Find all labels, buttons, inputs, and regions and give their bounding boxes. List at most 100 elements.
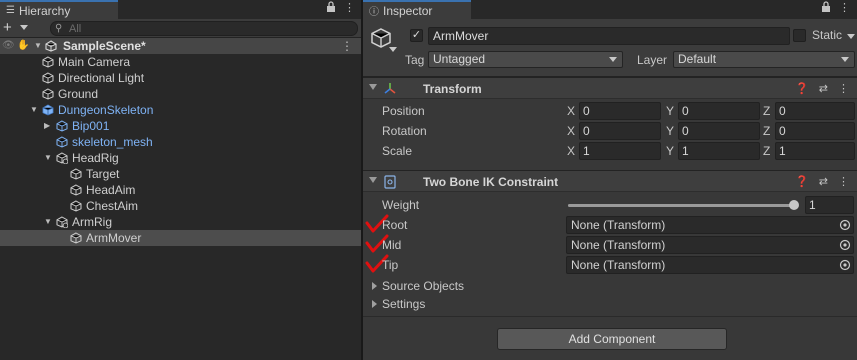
hierarchy-item[interactable]: Target — [0, 166, 361, 182]
object-picker-icon[interactable] — [839, 259, 851, 271]
chevron-right-icon[interactable] — [372, 282, 377, 290]
tag-value: Untagged — [433, 52, 486, 66]
scene-row[interactable]: 👁 ✋ ▼ SampleScene* ⋮ — [0, 38, 361, 54]
hierarchy-item[interactable]: ▼ DungeonSkeleton — [0, 102, 361, 118]
pick-icon[interactable]: ✋ — [17, 38, 29, 54]
root-label: Root — [382, 218, 408, 232]
unity-scene-icon — [45, 40, 57, 52]
hierarchy-item[interactable]: Main Camera — [0, 54, 361, 70]
chevron-right-icon[interactable]: ▶ — [44, 118, 50, 134]
kebab-menu-icon[interactable]: ⋮ — [839, 1, 850, 15]
chevron-down-icon[interactable]: ▼ — [44, 150, 52, 166]
lock-icon[interactable] — [821, 1, 831, 15]
hierarchy-item-label: Bip001 — [72, 119, 110, 133]
transform-axes-icon — [384, 83, 396, 94]
chevron-down-icon[interactable] — [847, 34, 855, 39]
hierarchy-item-label: HeadRig — [72, 151, 119, 165]
hierarchy-search: ⚲ — [50, 21, 358, 36]
scale-y-input[interactable] — [678, 142, 760, 160]
hierarchy-item-label: DungeonSkeleton — [58, 103, 154, 117]
mid-label: Mid — [382, 238, 402, 252]
axis-y-label: Y — [666, 124, 675, 138]
mid-row: Mid None (Transform) — [363, 234, 857, 255]
info-icon: ⓘ — [369, 7, 379, 18]
tab-hierarchy[interactable]: ☰ Hierarchy — [0, 0, 118, 19]
tag-dropdown[interactable]: Untagged — [428, 51, 623, 68]
tab-inspector[interactable]: ⓘ Inspector — [363, 0, 471, 19]
chevron-down-icon[interactable]: ▼ — [34, 38, 42, 54]
chevron-down-icon[interactable] — [389, 47, 397, 52]
object-picker-icon[interactable] — [839, 239, 851, 251]
kebab-menu-icon[interactable]: ⋮ — [344, 1, 355, 15]
kebab-menu-icon[interactable]: ⋮ — [838, 174, 849, 190]
weight-label: Weight — [382, 198, 420, 212]
root-object-field[interactable]: None (Transform) — [566, 216, 854, 234]
hierarchy-item-label: HeadAim — [86, 183, 136, 197]
visibility-icon[interactable]: 👁 — [2, 38, 15, 54]
two-bone-ik-title: Two Bone IK Constraint — [423, 175, 559, 189]
search-input[interactable] — [69, 22, 349, 35]
help-icon[interactable]: ❓ — [795, 174, 809, 190]
hierarchy-item[interactable]: Directional Light — [0, 70, 361, 86]
hierarchy-item[interactable]: Ground — [0, 86, 361, 102]
kebab-menu-icon[interactable]: ⋮ — [838, 81, 849, 97]
add-button[interactable]: + — [3, 19, 12, 37]
kebab-menu-icon[interactable]: ⋮ — [341, 38, 353, 54]
weight-row: Weight — [363, 195, 857, 215]
hierarchy-tab-tools: ⋮ — [326, 1, 355, 15]
presets-icon[interactable]: ⇄ — [819, 174, 828, 190]
object-picker-icon[interactable] — [839, 219, 851, 231]
gameobject-cube-icon — [70, 184, 82, 196]
axis-z-label: Z — [763, 124, 771, 138]
position-x-input[interactable] — [579, 102, 661, 120]
position-y-input[interactable] — [678, 102, 760, 120]
source-objects-label: Source Objects — [382, 279, 465, 293]
hierarchy-item[interactable]: skeleton_mesh — [0, 134, 361, 150]
scene-name: SampleScene* — [63, 39, 146, 53]
foldout-arrow-icon[interactable] — [369, 177, 377, 183]
object-name-field[interactable] — [428, 27, 790, 45]
hierarchy-item[interactable]: ▼ HeadRig — [0, 150, 361, 166]
hierarchy-item-label: ArmRig — [72, 215, 113, 229]
chevron-down-icon[interactable]: ▼ — [30, 102, 38, 118]
hierarchy-item[interactable]: ▶ Bip001 — [0, 118, 361, 134]
static-checkbox[interactable] — [793, 29, 806, 42]
help-icon[interactable]: ❓ — [795, 81, 809, 97]
hierarchy-tree: 👁 ✋ ▼ SampleScene* ⋮ Main Camera Directio… — [0, 38, 361, 246]
tip-label: Tip — [382, 258, 399, 272]
two-bone-ik-header[interactable]: Two Bone IK Constraint ❓ ⇄ ⋮ — [363, 170, 857, 192]
lock-icon[interactable] — [326, 1, 336, 15]
hierarchy-toolbar: + ⚲ — [0, 19, 361, 38]
hierarchy-tab-label: Hierarchy — [18, 3, 71, 18]
chevron-down-icon[interactable]: ▼ — [44, 214, 52, 230]
source-objects-foldout[interactable]: Source Objects — [363, 276, 857, 296]
rotation-z-input[interactable] — [775, 122, 855, 140]
chevron-down-icon[interactable] — [20, 25, 28, 30]
transform-header[interactable]: Transform ❓ ⇄ ⋮ — [363, 77, 857, 99]
hierarchy-item[interactable]: ▼ ArmRig — [0, 214, 361, 230]
chevron-right-icon[interactable] — [372, 300, 377, 308]
foldout-arrow-icon[interactable] — [369, 84, 377, 90]
hierarchy-item[interactable]: HeadAim — [0, 182, 361, 198]
gameobject-cube-icon — [70, 232, 82, 244]
weight-input[interactable] — [805, 196, 854, 214]
settings-label: Settings — [382, 297, 426, 311]
position-z-input[interactable] — [775, 102, 855, 120]
hierarchy-item[interactable]: ArmMover — [0, 230, 361, 246]
presets-icon[interactable]: ⇄ — [819, 81, 828, 97]
axis-z-label: Z — [763, 144, 771, 158]
tip-object-field[interactable]: None (Transform) — [566, 256, 854, 274]
weight-slider-thumb[interactable] — [789, 200, 799, 210]
hierarchy-item[interactable]: ChestAim — [0, 198, 361, 214]
settings-foldout[interactable]: Settings — [363, 294, 857, 314]
add-component-button[interactable]: Add Component — [497, 328, 727, 350]
gameobject-cube-icon[interactable] — [370, 27, 392, 49]
rotation-y-input[interactable] — [678, 122, 760, 140]
scale-z-input[interactable] — [775, 142, 855, 160]
active-checkbox[interactable]: ✓ — [410, 29, 423, 42]
rotation-x-input[interactable] — [579, 122, 661, 140]
layer-dropdown[interactable]: Default — [673, 51, 855, 68]
mid-object-field[interactable]: None (Transform) — [566, 236, 854, 254]
weight-slider[interactable] — [568, 200, 799, 210]
scale-x-input[interactable] — [579, 142, 661, 160]
